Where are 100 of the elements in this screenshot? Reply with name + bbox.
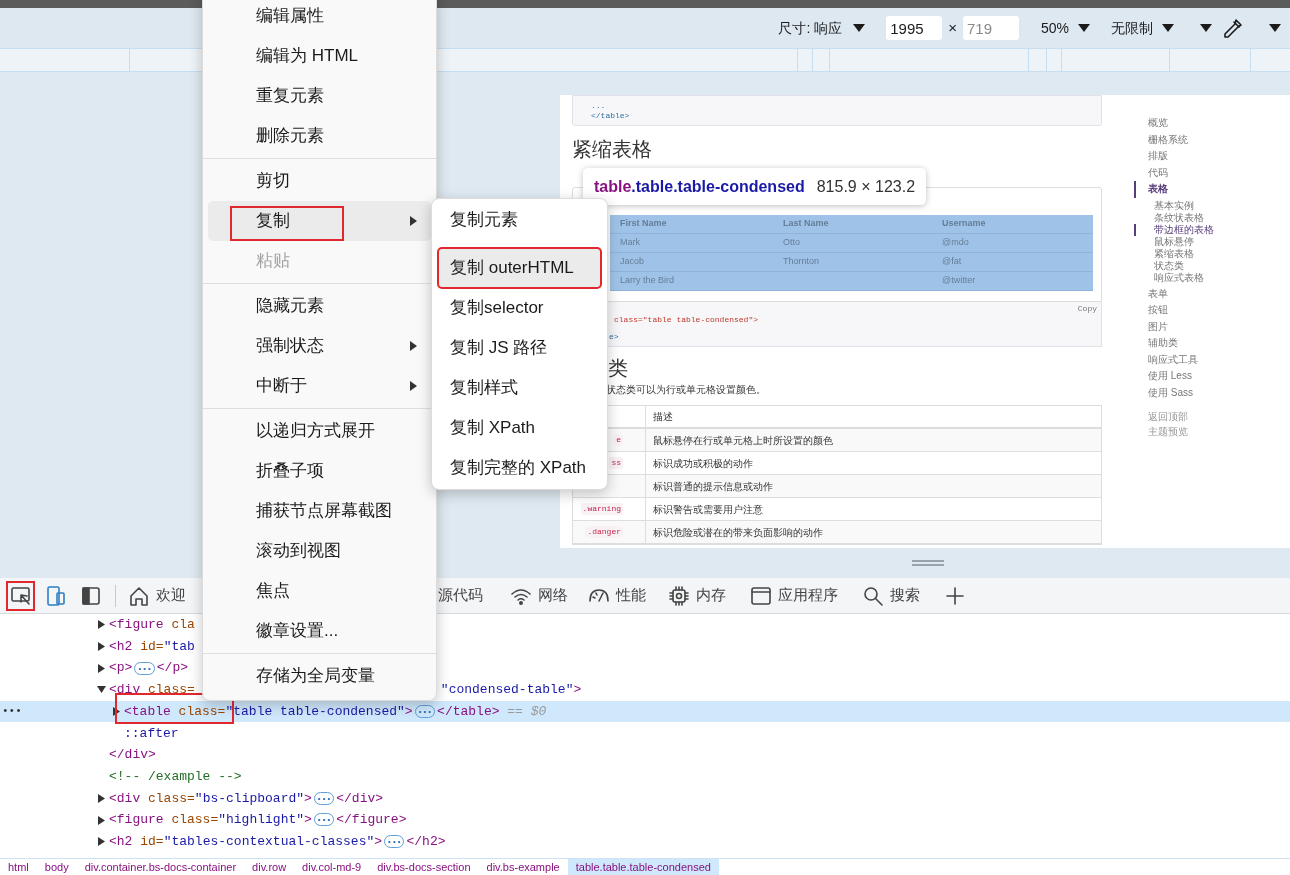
menu-item[interactable]: 编辑为 HTML [208, 36, 431, 76]
breadcrumb[interactable]: table.table.table-condensed [567, 859, 719, 875]
width-field[interactable]: 1995 [886, 16, 943, 40]
section-heading: 类 [607, 356, 629, 381]
options-dropdown[interactable] [1268, 23, 1282, 33]
menu-item[interactable]: 编辑属性 [208, 0, 431, 36]
menu-item[interactable]: 复制 outerHTML [438, 248, 601, 288]
nav-link[interactable]: 表格 [1134, 181, 1214, 198]
nav-link[interactable]: 栅格系统 [1134, 131, 1214, 148]
caret-icon [1161, 23, 1175, 33]
dom-node-line[interactable]: <div class="bs-clipboard"> ••• </div> [109, 788, 384, 809]
table-cell-text: 标识警告或需要用户注意 [652, 502, 764, 517]
table-cell-text: Thornton [783, 255, 821, 269]
section-heading: 紧缩表格 [572, 137, 653, 162]
resize-handle[interactable] [912, 560, 944, 566]
row-menu[interactable]: ••• [2, 703, 22, 720]
code-tag: .warning [580, 503, 623, 515]
menu-item[interactable]: 复制selector [438, 288, 601, 328]
menu-item[interactable]: 强制状态 [208, 326, 431, 366]
dom-node-line[interactable]: <figure class="highlight"> ••• </figure> [109, 810, 407, 830]
height-field[interactable]: 719 [962, 16, 1019, 40]
menu-item[interactable]: 复制完整的 XPath [438, 448, 601, 488]
more-dropdown[interactable] [1199, 23, 1213, 33]
menu-item[interactable]: 折叠子项 [208, 451, 431, 491]
menu-item[interactable]: 剪切 [208, 161, 431, 201]
nav-link[interactable]: 基本实例 [1134, 199, 1214, 212]
table-cell-text: Jacob [620, 255, 646, 269]
breadcrumb[interactable]: body [36, 859, 77, 875]
table-cell-text: Mark [620, 236, 641, 250]
nav-link[interactable]: 概览 [1134, 115, 1214, 132]
devtools-tab[interactable]: 欢迎 [128, 578, 186, 613]
code-line: e> [609, 331, 619, 343]
menu-item[interactable]: 重复元素 [208, 76, 431, 116]
size-text: 815.9 × 123.2 [816, 176, 916, 197]
breadcrumb[interactable]: div.col-md-9 [294, 859, 370, 875]
menu-item[interactable]: 滚动到视图 [208, 531, 431, 571]
menu-item[interactable]: 隐藏元素 [208, 286, 431, 326]
nav-link[interactable]: 排版 [1134, 148, 1214, 165]
nav-link[interactable]: 辅助类 [1134, 335, 1214, 352]
devtools-tab[interactable]: 搜索 [862, 578, 920, 613]
menu-item[interactable]: 删除元素 [208, 116, 431, 156]
menu-item[interactable]: 存储为全局变量 [208, 656, 431, 696]
dom-node-line[interactable]: <figure cla [109, 615, 195, 635]
menu-item[interactable]: 中断于 [208, 366, 431, 406]
nav-link[interactable]: 带边框的表格 [1134, 223, 1214, 236]
column-header: First Name [620, 217, 668, 231]
nav-link[interactable]: 代码 [1134, 164, 1214, 181]
nav-link[interactable]: 响应式工具 [1134, 351, 1214, 368]
menu-item[interactable]: 捕获节点屏幕截图 [208, 491, 431, 531]
nav-link[interactable]: 表单 [1134, 285, 1214, 302]
breadcrumb[interactable]: div.row [244, 859, 295, 875]
menu-item[interactable]: 复制样式 [438, 368, 601, 408]
copy-link[interactable]: Copy [1077, 304, 1097, 314]
caret-icon [1268, 23, 1282, 33]
nav-link[interactable]: 响应式表格 [1134, 271, 1214, 284]
nav-link[interactable]: 使用 Less [1134, 368, 1214, 385]
breadcrumb[interactable]: html [0, 859, 37, 875]
code-tag: ss [609, 457, 623, 469]
throttling-dropdown[interactable]: 无限制 [1111, 17, 1175, 39]
chip-icon [668, 584, 690, 607]
devtools-tab[interactable]: 应用程序 [750, 578, 838, 613]
nav-link[interactable]: 图片 [1134, 318, 1214, 335]
menu-item[interactable]: 复制 [208, 201, 431, 241]
tool-button[interactable] [6, 580, 35, 611]
section-text: 状态类可以为行或单元格设置颜色。 [605, 384, 767, 396]
nav-link[interactable]: 条纹状表格 [1134, 211, 1214, 224]
menu-item[interactable]: 徽章设置... [208, 611, 431, 651]
devtools-tab[interactable]: 内存 [668, 578, 726, 613]
menu-item[interactable]: 复制 XPath [438, 408, 601, 448]
add-tab-button[interactable] [946, 586, 964, 605]
nav-link[interactable]: 鼠标悬停 [1134, 235, 1214, 248]
inspect-icon [9, 584, 32, 607]
dock-side-icon [79, 584, 102, 607]
breadcrumb[interactable]: div.bs-example [478, 859, 568, 875]
menu-item[interactable]: 焦点 [208, 571, 431, 611]
nav-link[interactable]: 使用 Sass [1134, 384, 1214, 401]
dom-node-line[interactable]: ::after [124, 723, 179, 744]
dom-node-line[interactable]: </div> [109, 745, 156, 765]
table-cell-text: 鼠标悬停在行或单元格上时所设置的颜色 [652, 433, 834, 448]
times-sign: × [948, 17, 957, 38]
nav-link[interactable]: 状态类 [1134, 259, 1214, 272]
dom-node-line[interactable]: <!-- /example --> [109, 766, 242, 787]
devtools-tab[interactable]: 性能 [588, 578, 646, 613]
nav-link[interactable]: 紧缩表格 [1134, 247, 1214, 260]
menu-item[interactable]: 以递归方式展开 [208, 411, 431, 451]
dom-node-line[interactable]: <h2 id="tab [109, 636, 195, 657]
breadcrumb[interactable]: div.container.bs-docs-container [76, 859, 245, 875]
dimensions-dropdown[interactable]: 尺寸: 响应 [778, 17, 867, 39]
table-cell-text: 标识危险或潜在的带来负面影响的动作 [652, 525, 824, 540]
dom-node-line[interactable]: <h2 id="tables-contextual-classes"> ••• </h2> [109, 831, 446, 852]
dom-node-line[interactable]: <p> ••• </p> [109, 658, 189, 678]
nav-link[interactable]: 按钮 [1134, 302, 1214, 319]
devtools-tab[interactable]: 网络 [510, 578, 568, 613]
menu-item[interactable]: 复制元素 [438, 200, 601, 240]
device-icon [44, 584, 67, 607]
breadcrumb[interactable]: div.bs-docs-section [369, 859, 479, 875]
zoom-dropdown[interactable]: 50% [1040, 17, 1091, 39]
menu-item[interactable]: 复制 JS 路径 [438, 328, 601, 368]
devtools-tab[interactable]: 源代码 [438, 578, 483, 613]
caret-icon [852, 23, 867, 33]
